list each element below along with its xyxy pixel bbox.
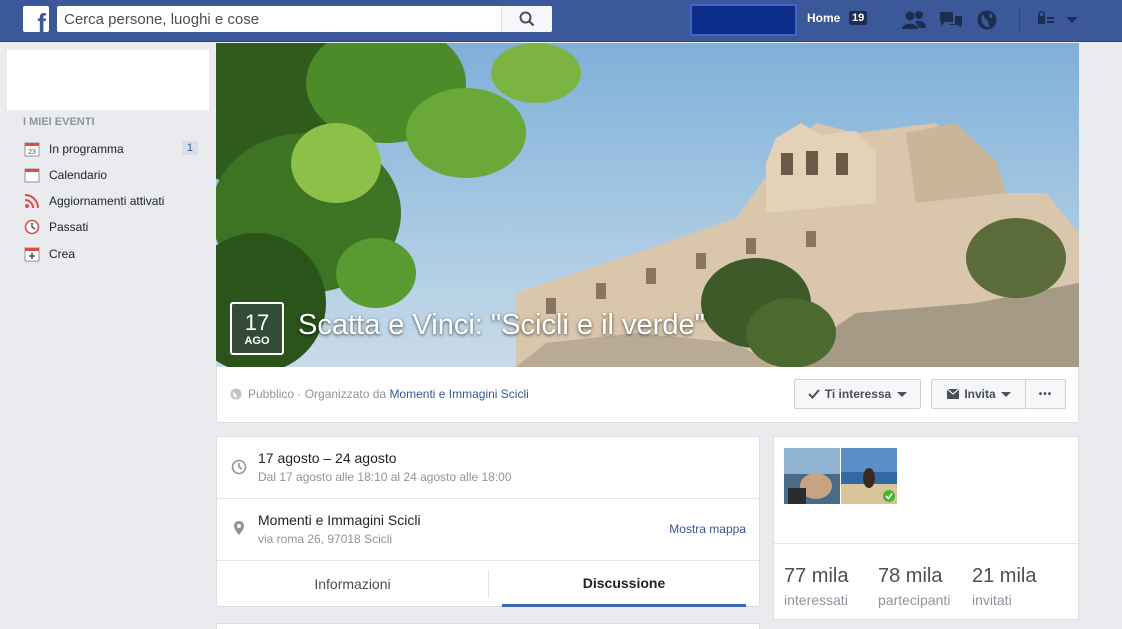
invite-button[interactable]: Invita (931, 379, 1027, 409)
organized-by-label: · Organizzato da (297, 387, 387, 401)
interested-label: interessati (784, 592, 848, 608)
notifications-globe-icon[interactable] (976, 9, 1000, 31)
calendar-day-icon: 23 (23, 140, 41, 158)
event-day: 17 (244, 310, 270, 335)
event-location-row: Momenti e Immagini Scicli via roma 26, 9… (217, 499, 759, 560)
sidebar-item-past[interactable]: Passati (23, 217, 198, 237)
going-count[interactable]: 78 mila (878, 565, 942, 588)
event-place-name[interactable]: Momenti e Immagini Scicli (258, 512, 421, 528)
clock-icon (231, 459, 247, 475)
event-header-bar: Pubblico · Organizzato da Momenti e Imma… (216, 367, 1079, 423)
guest-avatar[interactable] (784, 448, 840, 504)
interested-button-label: Ti interessa (824, 387, 892, 401)
calendar-icon (23, 166, 41, 184)
account-menu-chevron-icon[interactable] (1064, 9, 1088, 31)
facebook-logo-icon[interactable]: f (23, 6, 49, 32)
event-date-range: 17 agosto – 24 agosto (258, 450, 397, 466)
privacy-label: Pubblico (248, 387, 295, 401)
invited-count[interactable]: 21 mila (972, 565, 1036, 588)
top-navigation-bar: f Home 19 (0, 0, 1122, 42)
organizer-link[interactable]: Momenti e Immagini Scicli (389, 387, 528, 401)
sidebar-item-label: Calendario (49, 168, 108, 182)
caret-down-icon (897, 392, 908, 397)
sidebar-item-calendar[interactable]: Calendario (23, 165, 198, 185)
checkmark-icon (808, 389, 820, 399)
caret-down-icon (1000, 392, 1011, 397)
clock-icon (23, 218, 41, 236)
interested-button[interactable]: Ti interessa (794, 379, 921, 409)
search-input[interactable] (57, 6, 502, 32)
sidebar-item-updates[interactable]: Aggiornamenti attivati (23, 191, 198, 211)
friend-requests-icon[interactable] (901, 9, 926, 31)
event-guests-card: 77 mila interessati 78 mila partecipanti… (773, 436, 1079, 620)
home-link[interactable]: Home (807, 11, 840, 25)
tab-informazioni[interactable]: Informazioni (217, 561, 488, 607)
invite-button-label: Invita (964, 387, 996, 401)
event-title: Scatta e Vinci: "Scicli e il verde" (298, 309, 705, 341)
search-icon (519, 11, 535, 27)
profile-link[interactable] (690, 4, 797, 36)
event-date-detail: Dal 17 agosto alle 18:10 al 24 agosto al… (258, 470, 512, 484)
svg-text:23: 23 (28, 149, 36, 156)
event-details-card: 17 agosto – 24 agosto Dal 17 agosto alle… (216, 436, 760, 607)
messages-icon[interactable] (938, 9, 962, 31)
event-month: AGO (244, 335, 270, 347)
event-privacy-line: Pubblico · Organizzato da Momenti e Imma… (230, 387, 529, 401)
invited-label: invitati (972, 592, 1012, 608)
guest-avatar[interactable] (841, 448, 897, 504)
interested-count[interactable]: 77 mila (784, 565, 848, 588)
rss-feed-icon (23, 192, 41, 210)
more-options-button[interactable]: ••• (1025, 379, 1066, 409)
sidebar-item-upcoming[interactable]: 23 In programma 1 (23, 139, 198, 159)
next-card-edge (216, 623, 760, 629)
search-button[interactable] (501, 6, 552, 32)
envelope-icon (947, 389, 960, 399)
tab-discussione[interactable]: Discussione (502, 561, 746, 607)
tab-divider (488, 570, 489, 598)
sidebar-item-label: In programma (49, 142, 124, 156)
profile-card-placeholder (7, 50, 209, 110)
going-label: partecipanti (878, 592, 951, 608)
privacy-shortcuts-icon[interactable] (1036, 9, 1060, 31)
event-date-badge: 17 AGO (230, 302, 284, 355)
sidebar-item-label: Passati (49, 220, 89, 234)
event-place-address: via roma 26, 97018 Scicli (258, 532, 393, 546)
sidebar-item-label: Aggiornamenti attivati (49, 194, 165, 208)
search-box (57, 6, 552, 32)
event-date-row: 17 agosto – 24 agosto Dal 17 agosto alle… (217, 437, 759, 498)
upcoming-count-badge: 1 (181, 141, 198, 155)
map-pin-icon (234, 521, 244, 535)
divider (774, 543, 1078, 544)
home-count-badge: 19 (849, 11, 868, 25)
sidebar-item-create[interactable]: Crea (23, 244, 198, 264)
sidebar-item-label: Crea (49, 247, 76, 261)
topbar-divider (1019, 10, 1020, 30)
create-event-icon (23, 245, 41, 263)
globe-icon (230, 388, 242, 400)
my-events-heading: I MIEI EVENTI (23, 116, 95, 128)
show-map-link[interactable]: Mostra mappa (669, 522, 746, 536)
